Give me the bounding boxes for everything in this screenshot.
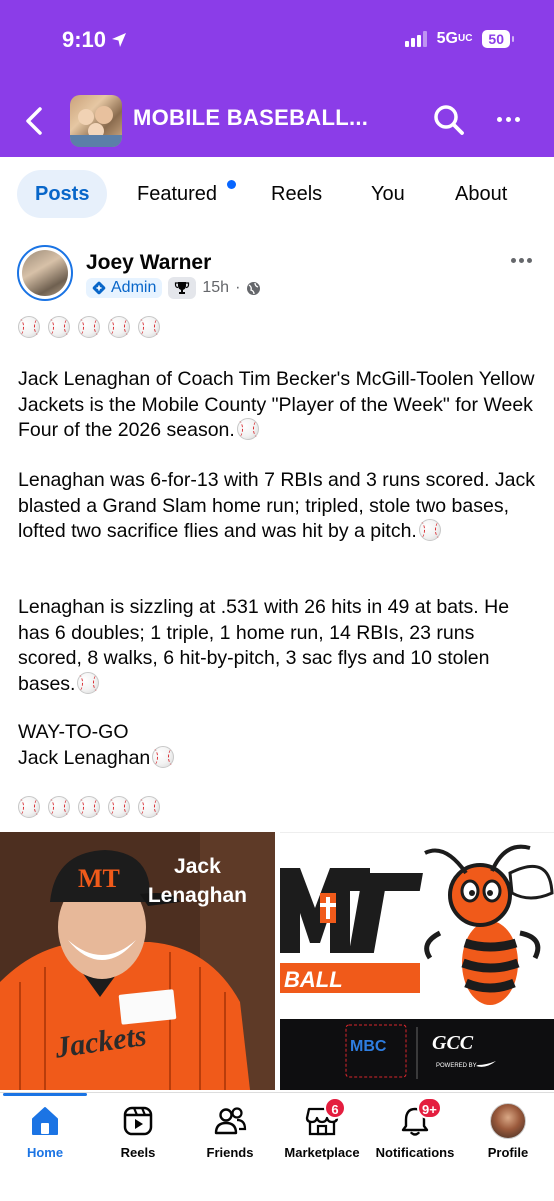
trophy-badge-icon[interactable] bbox=[168, 277, 197, 299]
baseball-icon bbox=[48, 316, 70, 338]
network-label: 5GUC bbox=[436, 30, 473, 47]
admin-label: Admin bbox=[111, 279, 157, 296]
logo-subtext: BALL bbox=[284, 967, 343, 992]
baseball-icon bbox=[152, 745, 175, 768]
home-icon bbox=[32, 1107, 58, 1135]
baseball-icon bbox=[138, 316, 160, 338]
baseball-icon bbox=[48, 796, 70, 818]
post-paragraph-2: Lenaghan was 6-for-13 with 7 RBIs and 3 … bbox=[18, 468, 542, 545]
nav-home[interactable]: Home bbox=[0, 1103, 95, 1160]
nav-notifications-label: Notifications bbox=[375, 1145, 455, 1160]
search-icon[interactable] bbox=[432, 103, 466, 137]
status-indicators: 5GUC 50 bbox=[404, 30, 514, 48]
baseball-emoji-row-bottom bbox=[18, 796, 160, 818]
nav-marketplace-label: Marketplace bbox=[284, 1145, 360, 1160]
nav-home-label: Home bbox=[26, 1145, 64, 1160]
trophy-icon bbox=[175, 282, 190, 294]
baseball-icon bbox=[418, 519, 441, 541]
tab-featured[interactable]: Featured bbox=[137, 170, 217, 218]
sponsor-logos: MBC GCC POWERED BY bbox=[280, 1019, 554, 1090]
nav-marketplace[interactable]: 6 Marketplace bbox=[272, 1097, 372, 1160]
baseball-icon bbox=[138, 796, 160, 818]
caption-line-2: Lenaghan bbox=[147, 884, 247, 907]
nav-reels[interactable]: Reels bbox=[88, 1103, 188, 1160]
mbc-logo: MBC bbox=[350, 1038, 387, 1055]
baseball-icon bbox=[78, 796, 100, 818]
team-logo-photo[interactable]: BALL bbox=[280, 832, 554, 1015]
post-text-2: Lenaghan was 6-for-13 with 7 RBIs and 3 … bbox=[18, 469, 536, 542]
active-tab-indicator bbox=[3, 1093, 87, 1096]
status-time: 9:10 bbox=[62, 27, 128, 53]
more-options-icon[interactable] bbox=[497, 117, 520, 122]
post-meta: Admin 15h · bbox=[86, 277, 261, 299]
dot-separator: · bbox=[235, 279, 241, 296]
baseball-icon bbox=[18, 796, 40, 818]
author-name[interactable]: Joey Warner bbox=[86, 251, 211, 275]
baseball-icon bbox=[18, 316, 40, 338]
back-chevron-icon[interactable] bbox=[22, 104, 46, 138]
bottom-navigation: Home Reels Friends 6 Marketplace 9+ Noti… bbox=[0, 1092, 554, 1201]
photo-caption: Jack Lenaghan bbox=[148, 852, 247, 910]
battery-level: 50 bbox=[488, 31, 504, 47]
group-header: 9:10 5GUC 50 MOBILE BASEBALL... bbox=[0, 0, 554, 157]
baseball-icon bbox=[108, 316, 130, 338]
nav-friends[interactable]: Friends bbox=[180, 1103, 280, 1160]
reels-icon bbox=[123, 1106, 153, 1136]
tab-about[interactable]: About bbox=[455, 170, 507, 218]
baseball-emoji-row-top bbox=[18, 316, 160, 338]
gcc-logo: GCC bbox=[432, 1032, 474, 1054]
post-time[interactable]: 15h bbox=[202, 279, 229, 297]
profile-avatar bbox=[490, 1103, 526, 1139]
group-tabs: Posts Featured Reels You About bbox=[0, 157, 554, 229]
post-text-4a: WAY-TO-GO bbox=[18, 721, 129, 743]
battery-icon: 50 bbox=[482, 30, 514, 48]
tab-posts[interactable]: Posts bbox=[17, 170, 108, 218]
group-avatar[interactable] bbox=[70, 95, 122, 147]
post-text-4b: Jack Lenaghan bbox=[18, 746, 151, 769]
sponsor-banner[interactable]: MBC GCC POWERED BY bbox=[280, 1019, 554, 1090]
baseball-icon bbox=[236, 418, 259, 440]
baseball-icon bbox=[78, 316, 100, 338]
new-content-dot bbox=[227, 180, 236, 189]
baseball-icon bbox=[108, 796, 130, 818]
post-text-1: Jack Lenaghan of Coach Tim Becker's McGi… bbox=[18, 368, 535, 441]
group-title[interactable]: MOBILE BASEBALL... bbox=[133, 105, 368, 131]
friends-icon bbox=[214, 1107, 247, 1135]
marketplace-badge: 6 bbox=[324, 1097, 346, 1119]
notifications-badge: 9+ bbox=[417, 1097, 442, 1119]
caption-line-1: Jack bbox=[174, 855, 221, 878]
post-paragraph-4: WAY-TO-GO Jack Lenaghan bbox=[18, 720, 542, 771]
nav-friends-label: Friends bbox=[206, 1145, 254, 1160]
group-photo bbox=[70, 106, 122, 147]
nav-profile-label: Profile bbox=[487, 1145, 529, 1160]
yellow-jacket-logo: BALL bbox=[280, 833, 554, 1015]
clock-text: 9:10 bbox=[62, 27, 107, 52]
tab-reels[interactable]: Reels bbox=[271, 170, 322, 218]
tab-you[interactable]: You bbox=[371, 170, 405, 218]
baseball-icon bbox=[77, 671, 100, 694]
nav-notifications[interactable]: 9+ Notifications bbox=[365, 1097, 465, 1160]
nav-reels-label: Reels bbox=[120, 1145, 156, 1160]
powered-by-text: POWERED BY bbox=[436, 1063, 477, 1069]
post-paragraph-3: Lenaghan is sizzling at .531 with 26 hit… bbox=[18, 595, 542, 697]
admin-badge[interactable]: Admin bbox=[86, 278, 163, 298]
post-options-icon[interactable] bbox=[511, 258, 532, 263]
signal-icon bbox=[404, 31, 427, 47]
globe-icon bbox=[247, 281, 261, 295]
cap-logo: MT bbox=[78, 864, 120, 893]
admin-shield-icon bbox=[92, 281, 106, 295]
nav-profile[interactable]: Profile bbox=[458, 1103, 554, 1160]
location-arrow-icon bbox=[112, 33, 127, 47]
player-photo[interactable]: MT Jackets Jack Lenaghan bbox=[0, 832, 275, 1090]
post-paragraph-1: Jack Lenaghan of Coach Tim Becker's McGi… bbox=[18, 367, 542, 444]
author-avatar[interactable] bbox=[17, 245, 73, 301]
